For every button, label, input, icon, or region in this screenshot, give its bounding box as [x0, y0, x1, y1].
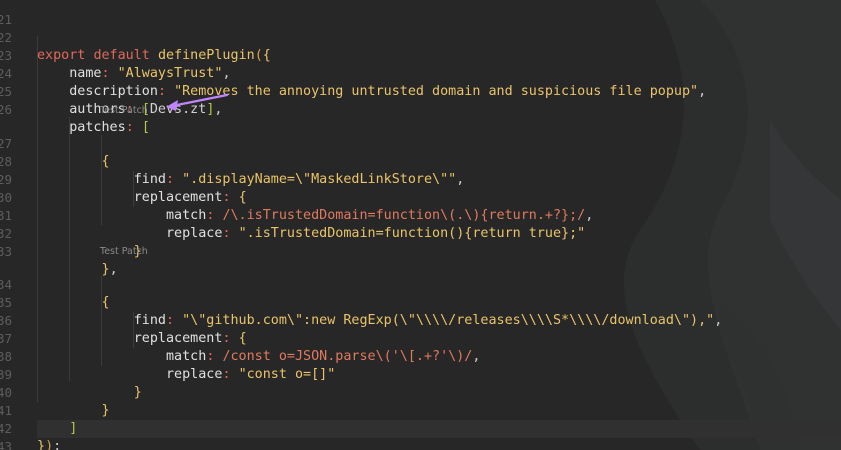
code-line[interactable]: 25 authors: [Devs.zt], — [0, 65, 841, 117]
test-patch-codelens[interactable]: Test Patch — [100, 105, 148, 117]
test-patch-codelens[interactable]: Test Patch — [100, 246, 148, 258]
code-line[interactable]: 36 replacement: { — [0, 294, 841, 346]
code-line[interactable]: 41 ] — [0, 384, 841, 436]
code-line[interactable]: 30 match: /\.isTrustedDomain=function\(.… — [0, 171, 841, 223]
code-line[interactable]: 31 replace: ".isTrustedDomain=function()… — [0, 189, 841, 241]
code-line[interactable]: 32 } — [0, 207, 841, 259]
code-line[interactable]: 22 export default definePlugin({ — [0, 11, 841, 63]
code-line[interactable]: 34 { — [0, 258, 841, 310]
code-line[interactable]: 35 find: "\"github.com\":new RegExp(\"\\… — [0, 276, 841, 328]
code-line[interactable]: 39 } — [0, 348, 841, 400]
code-editor[interactable]: 21 22 export default definePlugin({ 23 n… — [0, 0, 841, 450]
code-line[interactable]: 21 — [0, 0, 841, 27]
code-line[interactable]: 38 replace: "const o=[]" — [0, 330, 841, 382]
code-line[interactable]: 37 match: /const o=JSON.parse\('\[.+?'\)… — [0, 312, 841, 364]
code-line[interactable]: 24 description: "Removes the annoying un… — [0, 47, 841, 99]
code-line[interactable]: 40 } — [0, 366, 841, 418]
code-line[interactable]: 28 find: ".displayName=\"MaskedLinkStore… — [0, 135, 841, 187]
code-line[interactable]: 33 }, — [0, 225, 841, 277]
code-line[interactable]: 27 { — [0, 117, 841, 169]
code-line[interactable]: 29 replacement: { — [0, 153, 841, 205]
code-line[interactable]: 26 patches: [ — [0, 83, 841, 135]
code-line[interactable]: 42 }); — [0, 402, 841, 450]
code-line[interactable]: 23 name: "AlwaysTrust", — [0, 29, 841, 81]
code-line[interactable]: 43 — [0, 420, 841, 450]
line-number: 43 — [0, 439, 13, 450]
